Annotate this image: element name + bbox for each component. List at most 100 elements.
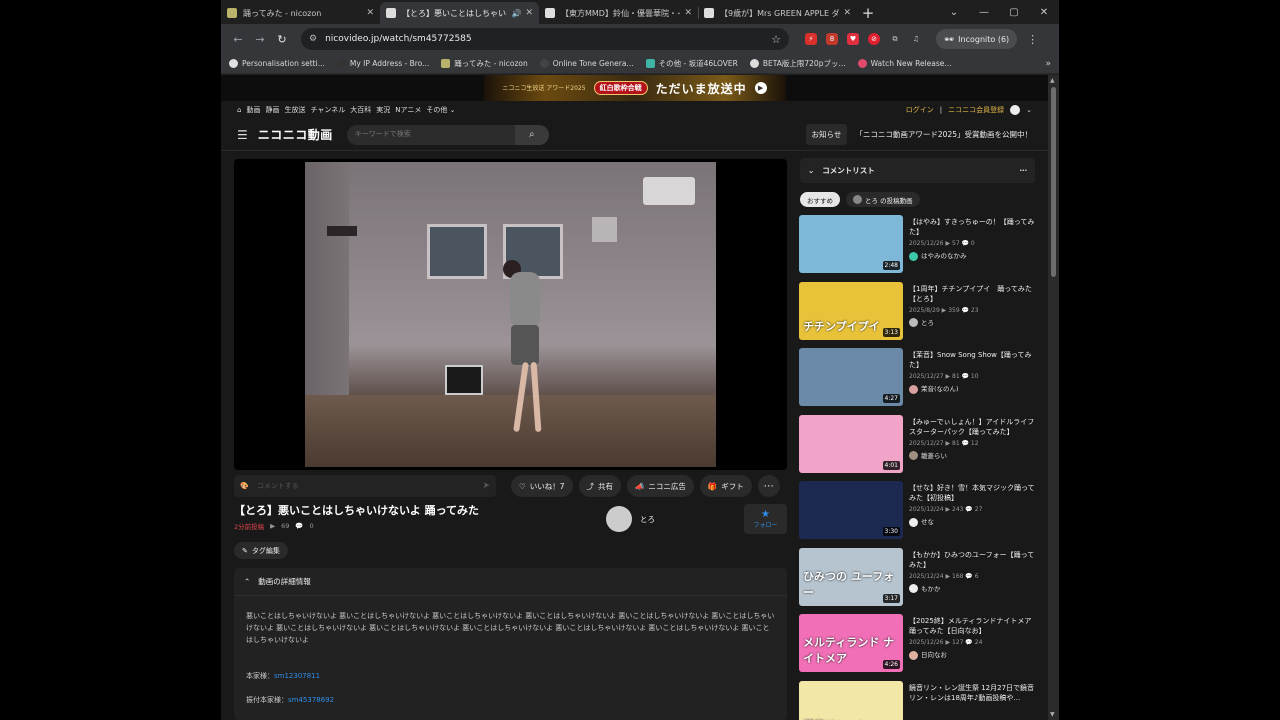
- notice-button[interactable]: お知らせ: [805, 124, 848, 145]
- bookmark-item[interactable]: その他 - 坂道46LOVER: [645, 58, 738, 69]
- nav-link[interactable]: 実況: [376, 105, 390, 115]
- bookmark-star-icon[interactable]: ☆: [771, 33, 781, 46]
- back-icon[interactable]: ←: [227, 33, 249, 46]
- banner-art[interactable]: ニコニコ生放送 アワード2025 紅白歌枠合戦 ただいま放送中 ▶: [483, 75, 786, 101]
- extension-red-icon[interactable]: ⚡: [805, 33, 817, 45]
- uploader-avatar[interactable]: [606, 506, 632, 532]
- comment-input[interactable]: 🎨 コメントする ➤: [234, 475, 496, 497]
- recommend-item[interactable]: 4:01 【みゅーでぃしょん！】アイドルライフスターターパック【踊ってみた】 202…: [799, 414, 1039, 482]
- recommend-item[interactable]: チチンプイプイ 3:13 【1周年】チチンプイプイ 踊ってみた【とろ】 2025/8/…: [799, 281, 1039, 349]
- details-header[interactable]: ⌃ 動画の詳細情報: [234, 568, 787, 596]
- forward-icon[interactable]: →: [249, 33, 271, 46]
- home-icon[interactable]: ⌂: [237, 106, 241, 114]
- search-icon[interactable]: ⌕: [514, 124, 549, 145]
- video-thumbnail[interactable]: 4:01: [799, 414, 903, 473]
- recommend-item[interactable]: ひみつの ユーフォー 3:17 【もかか】ひみつのユーフォー【踊ってみた】 2025/…: [799, 547, 1039, 615]
- nav-link[interactable]: 静画: [265, 105, 279, 115]
- recommend-title[interactable]: 【1周年】チチンプイプイ 踊ってみた【とろ】: [909, 284, 1039, 304]
- original-link[interactable]: sm12307811: [274, 672, 320, 680]
- more-icon[interactable]: ⋯: [757, 475, 780, 497]
- scrollbar-thumb[interactable]: [1051, 87, 1056, 277]
- nav-link-more[interactable]: その他 ⌄: [426, 105, 455, 115]
- search-input[interactable]: [346, 124, 515, 145]
- close-icon[interactable]: ✕: [843, 8, 851, 18]
- recommend-item[interactable]: 鏡音リン・レン 鏡音リン・レン誕生祭 12月27日で鏡音リン・レンは18周年♪動画…: [799, 680, 1039, 720]
- recommend-title[interactable]: 【茉音】Snow Song Show【踊ってみた】: [909, 350, 1039, 370]
- minimize-icon[interactable]: —: [969, 7, 999, 18]
- page-scrollbar[interactable]: ▲ ▼: [1048, 75, 1059, 720]
- scroll-down-icon[interactable]: ▼: [1050, 711, 1055, 718]
- follow-button[interactable]: ★ フォロー: [744, 504, 787, 534]
- share-button[interactable]: ⤴ 共有: [578, 475, 622, 497]
- nav-link[interactable]: 大百科: [350, 105, 371, 115]
- scroll-up-icon[interactable]: ▲: [1050, 77, 1055, 84]
- video-thumbnail[interactable]: ひみつの ユーフォー 3:17: [799, 547, 903, 606]
- tab-current-video[interactable]: 【とろ】悪いことはしちゃいけないよ 🔊 ✕: [380, 2, 539, 24]
- login-link[interactable]: ログイン: [906, 105, 934, 115]
- nav-link[interactable]: 動画: [246, 105, 260, 115]
- tab-search-icon[interactable]: ⌄: [939, 7, 969, 18]
- video-player[interactable]: [234, 159, 787, 470]
- uploader-name[interactable]: とろ: [640, 514, 655, 525]
- recommend-item[interactable]: 2:48 【はやみ】すきっちゅーの！【踊ってみた】 2025/12/26 ▶ 57 …: [799, 215, 1039, 282]
- recommend-user[interactable]: とろ: [909, 318, 1039, 328]
- close-icon[interactable]: ✕: [366, 8, 374, 18]
- comment-list-header[interactable]: ⌄ コメントリスト ⋯: [800, 158, 1035, 183]
- video-thumbnail[interactable]: 鏡音リン・レン: [799, 680, 903, 720]
- bookmark-item[interactable]: Personalisation setti...: [229, 59, 325, 68]
- recommend-title[interactable]: 【せな】好き！雪！本気マジック踊ってみた【初投稿】: [909, 483, 1039, 503]
- register-link[interactable]: ニコニコ会員登録: [948, 105, 1004, 115]
- send-icon[interactable]: ➤: [482, 481, 490, 491]
- video-thumbnail[interactable]: 4:27: [799, 348, 903, 406]
- chevron-down-icon[interactable]: ⌄: [1026, 106, 1032, 114]
- url-text[interactable]: nicovideo.jp/watch/sm45772585: [325, 34, 771, 44]
- uploader[interactable]: とろ: [606, 506, 655, 532]
- chevron-up-icon[interactable]: ⌃: [244, 577, 250, 586]
- recommend-user[interactable]: はやみのなかみ: [909, 251, 1039, 261]
- media-control-icon[interactable]: ♫: [910, 33, 922, 45]
- recommend-item[interactable]: 3:30 【せな】好き！雪！本気マジック踊ってみた【初投稿】 2025/12/24 …: [799, 481, 1039, 548]
- speaker-icon[interactable]: 🔊: [511, 9, 521, 18]
- tab-mrs-green-apple[interactable]: 【9歳が】Mrs GREEN APPLE ダンス ✕: [698, 2, 857, 24]
- bookmarks-overflow-icon[interactable]: »: [1045, 59, 1051, 69]
- recommend-user[interactable]: もかか: [909, 584, 1039, 594]
- incognito-profile[interactable]: 🕶 Incognito (6): [936, 29, 1018, 49]
- like-button[interactable]: ♡ いいね！7: [511, 475, 573, 497]
- recommend-title[interactable]: 【2025終】メルティランドナイトメア 踊ってみた【日向なお】: [909, 616, 1039, 636]
- new-tab-button[interactable]: +: [857, 2, 879, 24]
- tab-nicozon[interactable]: 踊ってみた - nicozon ✕: [221, 2, 380, 24]
- notice-text[interactable]: 「ニコニコ動画アワード2025」受賞動画を公開中！: [855, 129, 1032, 140]
- bookmark-item[interactable]: My IP Address - Bro...: [336, 59, 429, 68]
- chevron-down-icon[interactable]: ⌄: [808, 166, 814, 175]
- recommend-user[interactable]: 日向なお: [909, 650, 1039, 660]
- nav-link[interactable]: Nアニメ: [395, 105, 421, 115]
- extension-badge-icon[interactable]: 8: [826, 33, 838, 45]
- avatar[interactable]: [1010, 105, 1021, 115]
- bookmark-item[interactable]: Watch New Release...: [857, 59, 952, 68]
- browser-menu-icon[interactable]: ⋮: [1027, 33, 1038, 46]
- chip-user-videos[interactable]: とろ の投稿動画: [846, 192, 920, 207]
- extensions-puzzle-icon[interactable]: ⧉: [889, 33, 901, 45]
- maximize-icon[interactable]: ▢: [999, 7, 1029, 18]
- recommend-user[interactable]: せな: [909, 517, 1039, 527]
- tab-touhou-mmd[interactable]: 【東方MMD】鈴仙・優曇華院・イナ ✕: [539, 2, 698, 24]
- nav-link[interactable]: チャンネル: [310, 105, 345, 115]
- recommend-title[interactable]: 【みゅーでぃしょん！】アイドルライフスターターパック【踊ってみた】: [909, 417, 1039, 437]
- recommend-user[interactable]: 茉音(なのん): [909, 384, 1039, 394]
- more-icon[interactable]: ⋯: [1020, 166, 1028, 175]
- tag-edit-button[interactable]: ✎ タグ編集: [234, 542, 288, 559]
- reload-icon[interactable]: ↻: [271, 33, 293, 46]
- bookmark-item[interactable]: BETA版上限720pブッ...: [749, 58, 846, 69]
- nav-link[interactable]: 生放送: [284, 105, 305, 115]
- video-thumbnail[interactable]: チチンプイプイ 3:13: [799, 281, 903, 340]
- extension-block-icon[interactable]: ⊘: [868, 33, 880, 45]
- nicoad-button[interactable]: 📣 ニコニ広告: [627, 475, 694, 497]
- choreo-link[interactable]: sm45378692: [288, 696, 334, 704]
- comment-palette-icon[interactable]: 🎨: [240, 482, 249, 490]
- gift-button[interactable]: 🎁 ギフト: [699, 475, 752, 497]
- video-frame[interactable]: [305, 162, 716, 467]
- close-window-icon[interactable]: ✕: [1029, 7, 1059, 18]
- top-banner[interactable]: ニコニコ生放送 アワード2025 紅白歌枠合戦 ただいま放送中 ▶: [221, 75, 1048, 101]
- hamburger-menu-icon[interactable]: ☰: [237, 128, 248, 142]
- recommend-title[interactable]: 【もかか】ひみつのユーフォー【踊ってみた】: [909, 550, 1039, 570]
